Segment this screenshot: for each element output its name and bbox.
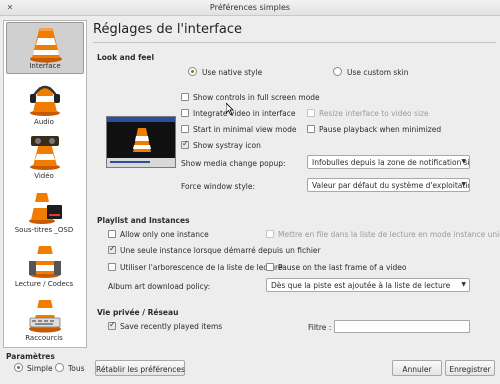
pause-minimized-checkbox[interactable] (307, 125, 315, 133)
one-instance-file-label: Une seule instance lorsque démarré depui… (120, 246, 321, 255)
category-sidebar: Interface Audio Vidéo Sous-titres _OSD L… (3, 20, 87, 348)
simple-radio[interactable] (14, 363, 23, 372)
fullscreen-controls-checkbox[interactable] (181, 93, 189, 101)
sidebar-item-label: Lecture / Codecs (14, 280, 74, 288)
section-playlist-instances: Playlist and Instances (97, 216, 190, 225)
media-popup-select[interactable]: Infobulles depuis la zone de notificatio… (307, 155, 470, 169)
native-style-label: Use native style (202, 68, 263, 77)
minimal-view-checkbox[interactable] (181, 125, 189, 133)
filter-label: Filtre : (308, 323, 332, 332)
hotkeys-cone-icon (29, 300, 61, 333)
album-art-select[interactable]: Dès que la piste est ajoutée à la liste … (266, 278, 470, 292)
one-instance-file-checkbox[interactable] (108, 244, 116, 254)
recent-items-label: Save recently played items (120, 322, 223, 331)
page-title: Réglages de l'interface (93, 22, 242, 37)
fullscreen-controls-label: Show controls in full screen mode (193, 93, 320, 102)
sidebar-item-hotkeys[interactable]: Raccourcis (6, 293, 84, 345)
section-privacy-network: Vie privée / Réseau (97, 308, 179, 317)
systray-label: Show systray icon (193, 141, 261, 150)
window-style-select[interactable]: Valeur par défaut du système d'exploitat… (307, 178, 470, 192)
chevron-down-icon: ▼ (461, 158, 466, 165)
sidebar-item-audio[interactable]: Audio (6, 77, 84, 129)
sidebar-item-video[interactable]: Vidéo (6, 131, 84, 183)
one-instance-label: Allow only one instance (120, 230, 209, 239)
filter-input[interactable] (334, 320, 470, 333)
resize-interface-checkbox[interactable] (307, 109, 315, 117)
video-cone-icon (30, 136, 60, 170)
minimal-view-label: Start in minimal view mode (193, 125, 297, 134)
chevron-down-icon: ▼ (461, 181, 466, 188)
sidebar-item-label: Audio (34, 118, 54, 126)
sidebar-item-playback-codecs[interactable]: Lecture / Codecs (6, 239, 84, 291)
vlc-cone-icon (30, 28, 62, 63)
playlist-tree-checkbox[interactable] (108, 263, 116, 271)
native-style-radio[interactable] (188, 67, 197, 76)
cancel-button[interactable]: Annuler (392, 360, 442, 376)
all-label: Tous (68, 364, 85, 373)
window-title: Préférences simples (209, 3, 291, 12)
album-art-label: Album art download policy: (108, 282, 211, 291)
divider (93, 42, 496, 43)
chevron-down-icon: ▼ (461, 281, 466, 288)
reset-preferences-button[interactable]: Rétablir les préférences (95, 360, 185, 376)
sidebar-item-subtitles-osd[interactable]: Sous-titres _OSD (6, 185, 84, 237)
vlc-cone-icon (133, 128, 151, 152)
recent-items-checkbox[interactable] (108, 320, 116, 330)
section-look-and-feel: Look and feel (97, 53, 155, 62)
enqueue-label: Mettre en file dans la liste de lecture … (278, 230, 500, 239)
resize-interface-label: Resize interface to video size (319, 109, 429, 118)
interface-preview-image (106, 116, 176, 168)
all-radio[interactable] (55, 363, 64, 372)
codecs-cone-icon (29, 246, 61, 278)
integrate-video-label: Integrate video in interface (193, 109, 296, 118)
media-popup-label: Show media change popup: (181, 159, 286, 168)
integrate-video-checkbox[interactable] (181, 109, 189, 117)
mouse-cursor-icon (226, 103, 234, 115)
sidebar-item-label: Interface (29, 62, 61, 70)
custom-skin-label: Use custom skin (347, 68, 409, 77)
sidebar-item-label: Vidéo (34, 172, 54, 180)
systray-checkbox[interactable] (181, 139, 189, 149)
pause-last-frame-label: Pause on the last frame of a video (278, 263, 407, 272)
custom-skin-radio[interactable] (333, 67, 342, 76)
title-bar: ✕ Préférences simples (0, 0, 500, 16)
album-art-value: Dès que la piste est ajoutée à la liste … (271, 281, 451, 290)
save-button[interactable]: Enregistrer (445, 360, 495, 376)
media-popup-value: Infobulles depuis la zone de notificatio… (312, 158, 470, 167)
params-label: Paramètres (6, 352, 55, 361)
one-instance-checkbox[interactable] (108, 230, 116, 238)
pause-last-frame-checkbox[interactable] (266, 263, 274, 271)
sidebar-item-label: Sous-titres _OSD (14, 226, 74, 234)
headphones-cone-icon (30, 85, 60, 116)
subtitles-cone-icon (29, 193, 62, 224)
window-style-value: Valeur par défaut du système d'exploitat… (312, 181, 470, 190)
sidebar-item-label: Raccourcis (25, 334, 63, 342)
simple-label: Simple (27, 364, 53, 373)
enqueue-checkbox[interactable] (266, 230, 274, 238)
sidebar-item-interface[interactable]: Interface (6, 22, 84, 74)
playlist-tree-label: Utiliser l'arborescence de la liste de l… (120, 263, 283, 272)
pause-minimized-label: Pause playback when minimized (319, 125, 442, 134)
window-style-label: Force window style: (181, 182, 256, 191)
